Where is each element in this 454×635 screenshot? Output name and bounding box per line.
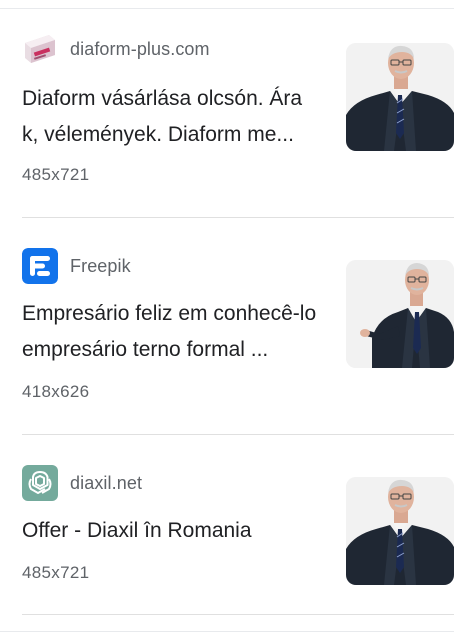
source-name: diaxil.net xyxy=(70,472,143,493)
openai-knot-icon xyxy=(22,465,58,501)
result-divider xyxy=(22,217,454,218)
image-dimensions: 418x626 xyxy=(22,382,90,401)
result-title[interactable]: Empresário feliz em conhecê-lo empresári… xyxy=(22,296,322,368)
source-row[interactable]: diaform-plus.com xyxy=(22,31,210,67)
freepik-logo-icon xyxy=(22,248,58,284)
image-dimensions: 485x721 xyxy=(22,165,90,184)
result-thumbnail[interactable] xyxy=(346,43,454,151)
businessman-photo xyxy=(346,260,454,368)
businessman-photo xyxy=(346,477,454,585)
result-thumbnail[interactable] xyxy=(346,477,454,585)
result-divider xyxy=(22,434,454,435)
source-name: diaform-plus.com xyxy=(70,38,210,59)
result-title[interactable]: Offer - Diaxil în Romania xyxy=(22,513,322,549)
businessman-photo xyxy=(346,43,454,151)
result-title[interactable]: Diaform vásárlása olcsón. Ára k, vélemén… xyxy=(22,81,322,153)
image-dimensions: 485x721 xyxy=(22,563,90,582)
top-divider xyxy=(0,8,454,9)
bottom-divider xyxy=(0,631,454,632)
source-row[interactable]: Freepik xyxy=(22,248,131,284)
image-results-list: diaform-plus.com Diaform vásárlása olcsó… xyxy=(0,0,454,635)
result-divider xyxy=(22,614,454,615)
diaform-box-icon xyxy=(22,31,58,67)
source-row[interactable]: diaxil.net xyxy=(22,465,142,501)
source-name: Freepik xyxy=(70,255,131,276)
result-thumbnail[interactable] xyxy=(346,260,454,368)
